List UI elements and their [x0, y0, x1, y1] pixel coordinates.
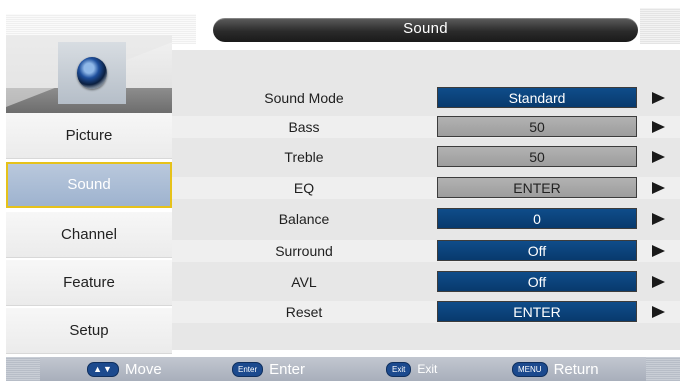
- setting-label: Surround: [275, 243, 333, 259]
- hint-exit: Exit Exit: [386, 361, 437, 377]
- setting-value[interactable]: Off: [437, 240, 637, 261]
- setting-label: Treble: [284, 149, 324, 165]
- sound-settings-screen: Sound Picture Sound Channel Feature Setu…: [0, 0, 684, 385]
- hint-move: ▲▼ Move: [87, 360, 162, 378]
- setting-value[interactable]: Standard: [437, 87, 637, 108]
- sidebar-item-label: Setup: [69, 322, 109, 339]
- hint-label: Move: [125, 360, 162, 378]
- hint-enter: Enter Enter: [232, 360, 305, 378]
- right-arrow-icon[interactable]: [652, 213, 665, 225]
- setting-row-balance[interactable]: Balance 0: [172, 208, 680, 230]
- setting-value[interactable]: ENTER: [437, 177, 637, 198]
- sidebar-item-setup[interactable]: Setup: [6, 308, 172, 354]
- setting-label: Balance: [278, 211, 330, 227]
- setting-label: AVL: [291, 274, 317, 290]
- right-arrow-icon[interactable]: [652, 245, 665, 257]
- sidebar-item-label: Channel: [61, 226, 117, 243]
- right-arrow-icon[interactable]: [652, 121, 665, 133]
- sidebar-item-label: Picture: [65, 127, 113, 144]
- speaker-cone: [77, 57, 107, 89]
- right-arrow-icon[interactable]: [652, 276, 665, 288]
- sidebar-item-label: Sound: [67, 176, 111, 193]
- setting-value[interactable]: 0: [437, 208, 637, 229]
- right-arrow-icon[interactable]: [652, 182, 665, 194]
- page-title: Sound: [403, 20, 448, 37]
- setting-label: Sound Mode: [264, 90, 344, 106]
- decorative-texture: [640, 8, 680, 44]
- setting-row-sound-mode[interactable]: Sound Mode Standard: [172, 87, 680, 109]
- decorative-texture: [646, 357, 680, 381]
- sidebar-item-channel[interactable]: Channel: [6, 212, 172, 258]
- speaker-icon: [58, 42, 126, 104]
- hint-label: Exit: [417, 362, 438, 376]
- setting-row-avl[interactable]: AVL Off: [172, 271, 680, 293]
- up-down-arrows-key-icon: ▲▼: [87, 361, 119, 377]
- setting-value[interactable]: ENTER: [437, 301, 637, 322]
- setting-value[interactable]: 50: [437, 116, 637, 137]
- enter-key-icon: Enter: [232, 361, 264, 377]
- hint-label: Enter: [269, 360, 305, 378]
- sidebar-item-label: Feature: [63, 274, 115, 291]
- setting-label: EQ: [293, 180, 315, 196]
- right-arrow-icon[interactable]: [652, 151, 665, 163]
- hint-label: Return: [553, 360, 599, 378]
- right-arrow-icon[interactable]: [652, 306, 665, 318]
- decorative-texture: [6, 357, 40, 381]
- hint-return: MENU Return: [512, 360, 599, 378]
- title-bar: Sound: [213, 18, 638, 42]
- menu-key-icon: MENU: [512, 361, 548, 377]
- sidebar-item-sound[interactable]: Sound: [6, 162, 172, 208]
- right-arrow-icon[interactable]: [652, 92, 665, 104]
- setting-value[interactable]: 50: [437, 146, 637, 167]
- setting-row-eq[interactable]: EQ ENTER: [172, 177, 680, 199]
- setting-row-bass[interactable]: Bass 50: [172, 116, 680, 138]
- setting-row-surround[interactable]: Surround Off: [172, 240, 680, 262]
- footer-hint-bar: ▲▼ Move Enter Enter Exit Exit MENU Retur…: [6, 357, 680, 381]
- sidebar-item-picture[interactable]: Picture: [6, 113, 172, 159]
- setting-row-reset[interactable]: Reset ENTER: [172, 301, 680, 323]
- setting-row-treble[interactable]: Treble 50: [172, 146, 680, 168]
- setting-value[interactable]: Off: [437, 271, 637, 292]
- setting-label: Bass: [288, 119, 320, 135]
- setting-label: Reset: [285, 304, 323, 320]
- exit-key-icon: Exit: [386, 361, 412, 377]
- sidebar-item-feature[interactable]: Feature: [6, 260, 172, 306]
